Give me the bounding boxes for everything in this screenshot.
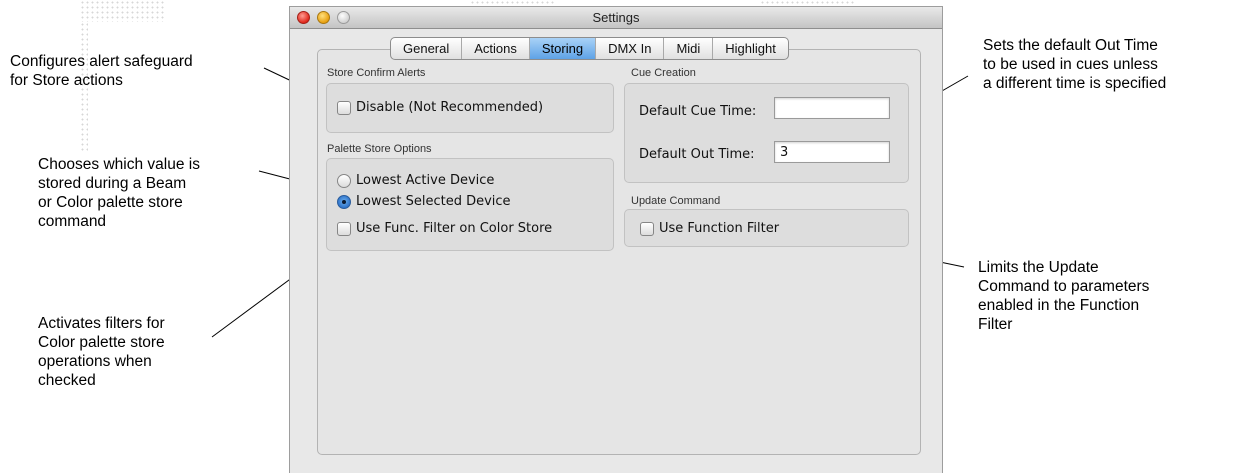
window-title: Settings <box>592 10 640 25</box>
lowest-selected-radio[interactable] <box>337 194 351 209</box>
palette-store-label: Palette Store Options <box>327 143 432 155</box>
callout-line: or Color palette store <box>38 194 183 211</box>
callout-line: enabled in the Function <box>978 297 1140 314</box>
callout-line: Chooses which value is <box>38 156 200 173</box>
cue-creation-label: Cue Creation <box>631 67 696 79</box>
callout-line: Color palette store <box>38 334 165 351</box>
disable-alerts-label: Disable (Not Recommended) <box>356 100 544 115</box>
callout-line: a different time is specified <box>983 75 1167 92</box>
tab-highlight[interactable]: Highlight <box>713 38 788 59</box>
callout-line: stored during a Beam <box>38 175 187 192</box>
callout-palette: Chooses which value is stored during a B… <box>38 155 200 231</box>
callout-line: operations when <box>38 353 152 370</box>
callout-line: Configures alert safeguard <box>10 53 193 70</box>
callout-line: to be used in cues unless <box>983 56 1158 73</box>
callout-line: command <box>38 213 107 230</box>
callout-filter: Activates filters for Color palette stor… <box>38 314 165 390</box>
disable-alerts-checkbox[interactable] <box>337 100 351 115</box>
use-function-filter-checkbox[interactable] <box>640 221 654 236</box>
callout-line: checked <box>38 372 96 389</box>
callout-line: Limits the Update <box>978 259 1099 276</box>
lowest-selected-option[interactable]: Lowest Selected Device <box>337 194 511 209</box>
tab-general[interactable]: General <box>391 38 463 59</box>
callout-line: Sets the default Out Time <box>983 37 1158 54</box>
default-cue-time-label: Default Cue Time: <box>639 104 757 119</box>
callout-line: Activates filters for <box>38 315 165 332</box>
callout-line: Filter <box>978 316 1013 333</box>
settings-window: Settings General Actions Storing DMX In … <box>289 6 943 473</box>
callout-out-time: Sets the default Out Time to be used in … <box>983 36 1166 93</box>
default-out-time-label: Default Out Time: <box>639 147 755 162</box>
callout-update: Limits the Update Command to parameters … <box>978 258 1149 334</box>
use-function-filter-option[interactable]: Use Function Filter <box>640 221 779 236</box>
func-filter-color-label: Use Func. Filter on Color Store <box>356 221 553 236</box>
func-filter-color-option[interactable]: Use Func. Filter on Color Store <box>337 221 552 236</box>
store-confirm-label: Store Confirm Alerts <box>327 67 426 79</box>
lowest-active-option[interactable]: Lowest Active Device <box>337 173 494 188</box>
tab-actions[interactable]: Actions <box>462 38 530 59</box>
tab-dmx-in[interactable]: DMX In <box>596 38 665 59</box>
tab-storing[interactable]: Storing <box>529 38 597 59</box>
background-dot-pattern <box>80 0 165 22</box>
func-filter-color-checkbox[interactable] <box>337 221 351 236</box>
disable-alerts-option[interactable]: Disable (Not Recommended) <box>337 100 543 115</box>
lowest-active-radio[interactable] <box>337 173 351 188</box>
lowest-selected-label: Lowest Selected Device <box>356 194 511 209</box>
title-bar[interactable]: Settings <box>290 7 942 29</box>
tab-bar: General Actions Storing DMX In Midi High… <box>390 37 789 60</box>
callout-line: for Store actions <box>10 72 123 89</box>
update-command-label: Update Command <box>631 195 721 207</box>
default-out-time-input[interactable] <box>774 141 890 163</box>
tab-midi[interactable]: Midi <box>664 38 714 59</box>
lowest-active-label: Lowest Active Device <box>356 173 495 188</box>
callout-alert: Configures alert safeguard for Store act… <box>10 52 193 90</box>
use-function-filter-label: Use Function Filter <box>659 221 780 236</box>
callout-line: Command to parameters <box>978 278 1150 295</box>
default-cue-time-input[interactable] <box>774 97 890 119</box>
